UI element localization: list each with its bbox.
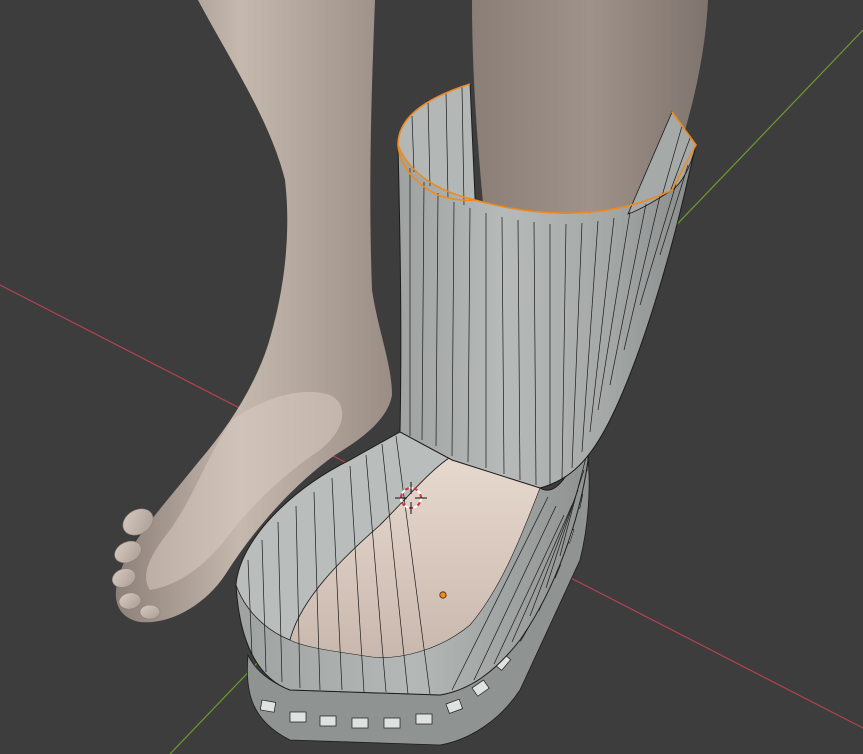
object-origin-icon[interactable] [439,591,447,599]
3d-viewport[interactable] [0,0,863,754]
viewport-scene[interactable] [0,0,863,754]
